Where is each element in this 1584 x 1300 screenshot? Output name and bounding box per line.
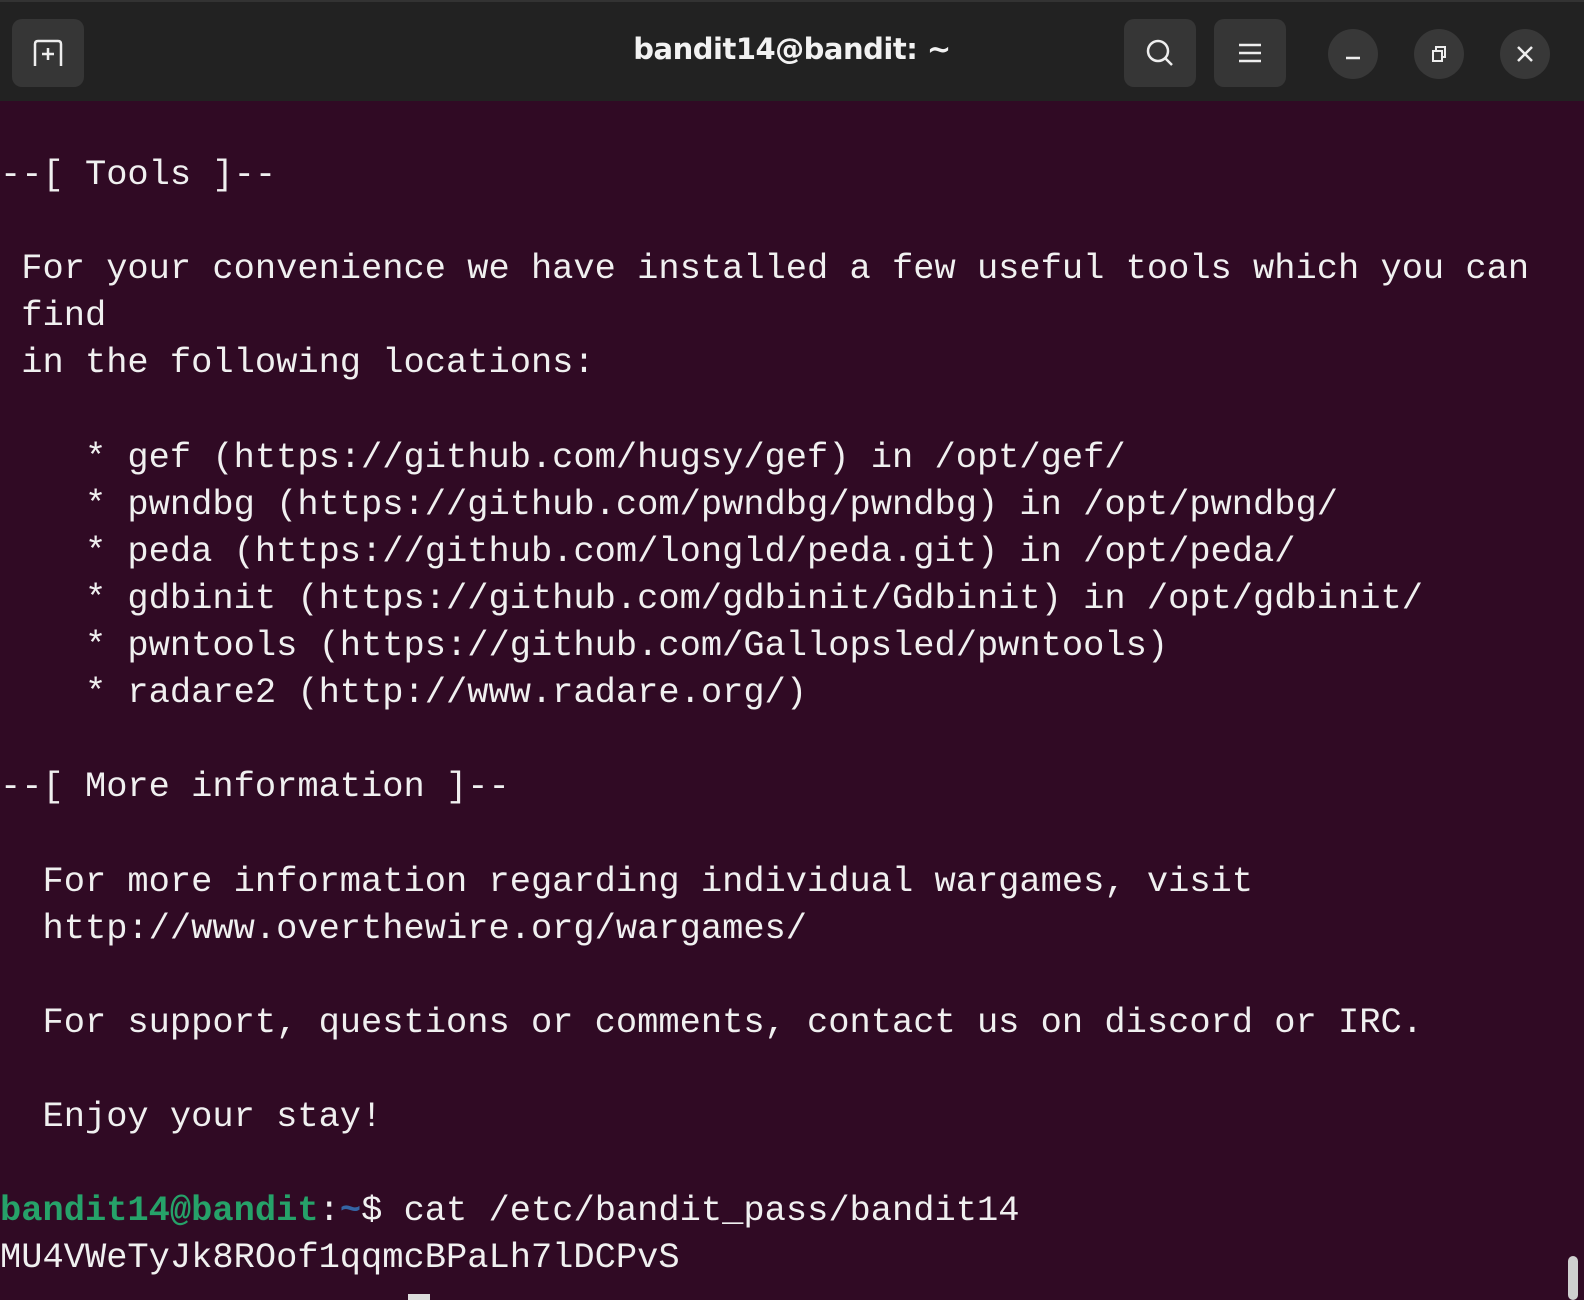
terminal-line: * peda (https://github.com/longld/peda.g… xyxy=(0,531,1296,572)
command-output: MU4VWeTyJk8ROof1qqmcBPaLh7lDCPvS xyxy=(0,1238,680,1279)
terminal-line: * gef (https://github.com/hugsy/gef) in … xyxy=(0,437,1126,478)
prompt-path: ~ xyxy=(339,1191,362,1232)
minimize-icon xyxy=(1346,56,1360,60)
restore-button[interactable] xyxy=(1414,29,1464,79)
prompt-symbol: $ xyxy=(361,1191,404,1232)
terminal-line: For support, questions or comments, cont… xyxy=(0,1002,1423,1043)
title-bar: bandit14@bandit: ~ xyxy=(0,0,1584,101)
terminal-output[interactable]: --[ Tools ]-- For your convenience we ha… xyxy=(0,105,1584,1282)
terminal-line: * pwntools (https://github.com/Gallopsle… xyxy=(0,626,1169,667)
prompt-line: bandit14@bandit:~$ cat /etc/bandit_pass/… xyxy=(0,1188,1584,1235)
search-icon xyxy=(1146,39,1173,66)
text-cursor xyxy=(408,1294,430,1300)
terminal-line: find xyxy=(0,296,107,337)
prompt-colon: : xyxy=(318,1191,340,1232)
terminal-line: For your convenience we have installed a… xyxy=(0,249,1530,290)
scrollbar[interactable] xyxy=(1568,1256,1578,1300)
search-button[interactable] xyxy=(1124,19,1196,87)
terminal-line: * gdbinit (https://github.com/gdbinit/Gd… xyxy=(0,578,1423,619)
terminal-line: in the following locations: xyxy=(0,343,595,384)
terminal-line: http://www.overthewire.org/wargames/ xyxy=(0,908,808,949)
terminal-line: --[ Tools ]-- xyxy=(0,155,277,196)
menu-button[interactable] xyxy=(1214,19,1286,87)
hamburger-menu-icon xyxy=(1239,43,1261,63)
prompt-command: cat /etc/bandit_pass/bandit14 xyxy=(403,1191,1020,1232)
restore-icon xyxy=(1432,46,1446,62)
terminal-line: * radare2 (http://www.radare.org/) xyxy=(0,673,808,714)
terminal-line: Enjoy your stay! xyxy=(0,1096,383,1137)
close-icon xyxy=(1517,46,1533,62)
close-button[interactable] xyxy=(1500,29,1550,79)
minimize-button[interactable] xyxy=(1328,29,1378,79)
terminal-line: * pwndbg (https://github.com/pwndbg/pwnd… xyxy=(0,484,1338,525)
terminal-line: For more information regarding individua… xyxy=(0,861,1254,902)
terminal-line: --[ More information ]-- xyxy=(0,767,510,808)
prompt-user-host: bandit14@bandit xyxy=(0,1191,319,1232)
